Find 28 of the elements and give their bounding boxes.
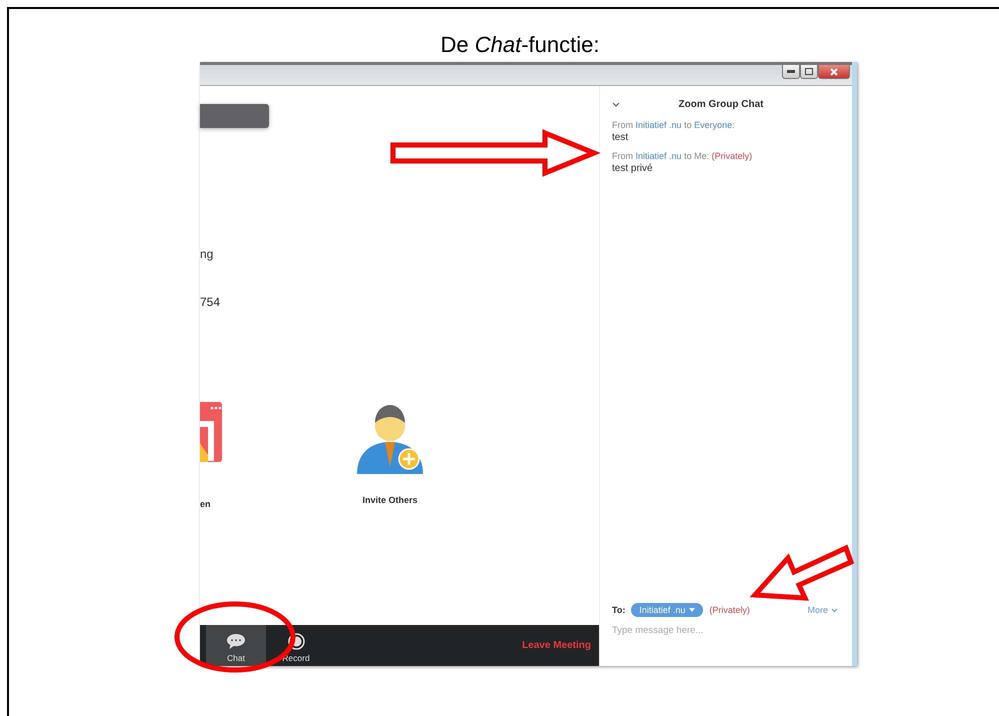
dark-bar [200, 104, 269, 128]
slide-title: De Chat-functie: [440, 32, 600, 59]
minimize-icon [787, 70, 795, 73]
chevron-down-icon [831, 608, 838, 612]
chat-title: Zoom Group Chat [678, 98, 764, 110]
chevron-down-icon[interactable] [612, 102, 620, 106]
speech-bubble-icon [226, 633, 246, 650]
privacy-label: (Privately) [709, 605, 750, 615]
minimize-button[interactable] [782, 64, 800, 79]
maximize-button[interactable] [800, 64, 818, 79]
record-icon [288, 633, 304, 650]
more-link[interactable]: More [807, 605, 838, 615]
toolbar-button[interactable]: Chat [206, 625, 266, 666]
recipient-dropdown[interactable]: Initiatief .nu [631, 603, 704, 617]
leave-meeting-button[interactable]: Leave Meeting [522, 625, 599, 666]
cut-text: ng [200, 247, 214, 261]
maximize-icon [805, 68, 813, 75]
close-icon [830, 68, 838, 76]
message-text: test privé [612, 163, 654, 174]
close-button[interactable] [818, 64, 850, 79]
message-header: From Initiatief .nu to Me: (Privately) [612, 151, 754, 161]
to-label: To: [612, 605, 626, 615]
action-label: Invite Others [362, 495, 418, 505]
caret-icon [689, 608, 696, 612]
action-label: en [200, 499, 211, 509]
cut-text: 754 [200, 295, 222, 309]
message-header: From Initiatief .nu to Everyone: [612, 120, 736, 130]
message-text: test [612, 132, 630, 143]
